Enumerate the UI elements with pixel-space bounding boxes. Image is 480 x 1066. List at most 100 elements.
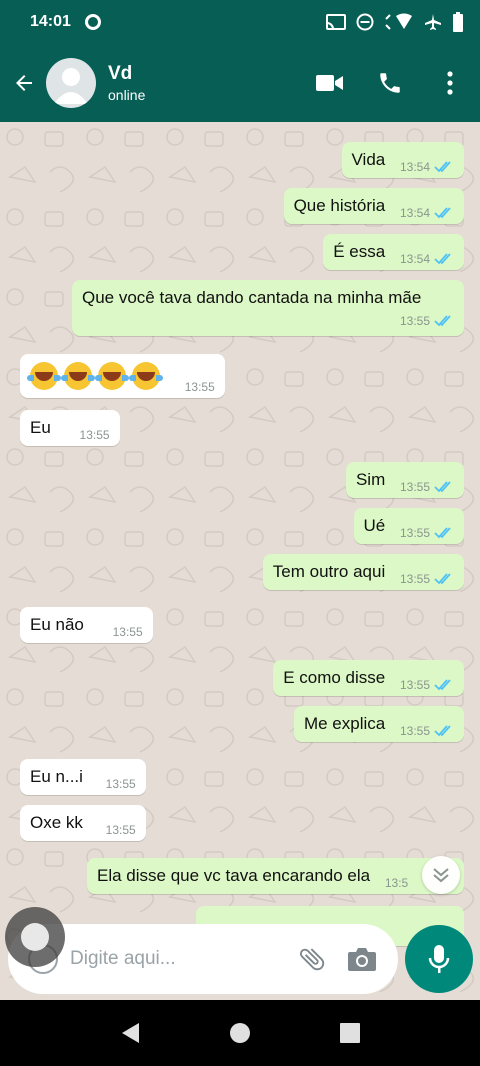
default-avatar-icon [54, 68, 88, 104]
message-text: Ela disse que vc tava encarando ela [97, 866, 371, 885]
message-text: E como disse [283, 668, 386, 687]
message-meta: 13:55 [400, 678, 454, 692]
paperclip-icon [299, 948, 325, 971]
header-actions [300, 44, 480, 122]
avatar[interactable] [46, 58, 96, 108]
message-text: Oxe kk [30, 813, 83, 832]
phone-icon [380, 73, 400, 93]
message-time: 13:55 [79, 428, 110, 442]
video-call-button[interactable] [300, 44, 360, 122]
tears-of-joy-emoji-icon [61, 362, 95, 390]
message-incoming[interactable]: Oxe kk 13:55 [20, 805, 146, 841]
message-meta: 13:54 [400, 206, 454, 220]
contact-name: Vd [108, 63, 133, 84]
message-meta: 13:5 [385, 876, 408, 890]
double-check-read-icon [434, 481, 451, 493]
back-arrow-icon [16, 75, 32, 91]
wifi-icon [385, 13, 412, 30]
message-outgoing[interactable]: Me explica 13:55 [293, 706, 464, 742]
message-text: Que história [293, 196, 386, 215]
tears-of-joy-emoji-icon [27, 362, 61, 390]
double-check-read-icon [434, 315, 451, 327]
nav-recents-icon[interactable] [339, 1022, 361, 1044]
message-text: Eu n...i [30, 767, 83, 786]
nav-home-icon[interactable] [229, 1022, 251, 1044]
status-bar: 14:01 [0, 0, 480, 44]
double-check-read-icon [434, 207, 451, 219]
double-check-read-icon [434, 253, 451, 265]
system-nav-bar [0, 1000, 480, 1066]
cast-icon [326, 14, 346, 30]
message-outgoing[interactable]: Vida 13:54 [341, 142, 464, 178]
more-options-button[interactable] [420, 44, 480, 122]
double-check-read-icon [434, 725, 451, 737]
floating-assistive-button[interactable] [5, 907, 65, 967]
tears-of-joy-emoji-icon [129, 362, 163, 390]
message-composer [8, 924, 398, 994]
double-check-read-icon [434, 161, 451, 173]
message-meta: 13:55 [400, 480, 454, 494]
double-check-read-icon [434, 527, 451, 539]
message-outgoing[interactable]: Ela disse que vc tava encarando ela 13:5 [87, 858, 464, 894]
chat-area[interactable]: Vida 13:54 Que história 13:54 É essa 13:… [0, 122, 480, 1000]
voice-message-button[interactable] [405, 925, 473, 993]
message-meta: 13:55 [106, 823, 136, 837]
emoji-row [27, 362, 163, 390]
message-time: 13:54 [399, 206, 430, 220]
battery-icon [453, 12, 463, 32]
message-incoming[interactable]: Eu 13:55 [20, 410, 120, 446]
nav-back-icon[interactable] [119, 1021, 141, 1045]
message-outgoing[interactable]: É essa 13:54 [323, 234, 464, 270]
message-outgoing[interactable]: E como disse 13:55 [273, 660, 464, 696]
message-meta: 13:54 [400, 252, 454, 266]
message-time: 13:55 [399, 314, 430, 328]
message-text: Eu não [30, 615, 84, 634]
message-input[interactable] [70, 948, 290, 970]
status-time: 14:01 [30, 13, 71, 30]
microphone-icon [428, 945, 450, 973]
message-meta: 13:55 [80, 428, 110, 442]
message-time: 13:55 [105, 777, 136, 791]
back-button[interactable] [2, 44, 46, 122]
message-text: Que você tava dando cantada na minha mãe [82, 288, 422, 307]
message-text: Vida [351, 150, 386, 169]
message-time: 13:55 [184, 380, 215, 394]
tears-of-joy-emoji-icon [95, 362, 129, 390]
airplane-mode-icon [425, 14, 441, 30]
message-text: Eu [30, 418, 51, 437]
double-check-read-icon [434, 573, 451, 585]
message-outgoing[interactable]: Que você tava dando cantada na minha mãe… [72, 280, 464, 336]
scroll-to-bottom-button[interactable] [422, 856, 460, 894]
message-meta: 13:55 [106, 777, 136, 791]
message-text: Tem outro aqui [272, 562, 386, 581]
contact-status: online [108, 87, 146, 103]
message-time: 13:55 [112, 625, 143, 639]
message-time: 13:55 [399, 678, 430, 692]
message-incoming[interactable]: Eu n...i 13:55 [20, 759, 146, 795]
message-outgoing[interactable]: Ué 13:55 [353, 508, 464, 544]
attach-button[interactable] [292, 939, 332, 979]
message-incoming[interactable]: Eu não 13:55 [20, 607, 153, 643]
message-meta: 13:54 [400, 160, 454, 174]
voice-call-button[interactable] [360, 44, 420, 122]
message-time: 13:5 [384, 876, 409, 890]
do-not-disturb-icon [356, 13, 374, 31]
message-outgoing[interactable]: Que história 13:54 [283, 188, 464, 224]
camera-button[interactable] [342, 939, 382, 979]
message-meta: 13:55 [113, 625, 143, 639]
message-meta: 13:55 [82, 314, 454, 328]
video-camera-icon [316, 75, 343, 91]
message-time: 13:54 [399, 160, 430, 174]
camera-icon [348, 948, 376, 971]
status-icons [326, 12, 464, 32]
message-outgoing[interactable]: Sim 13:55 [345, 462, 464, 498]
contact-info[interactable]: Vd online [108, 63, 145, 103]
message-meta: 13:55 [400, 572, 454, 586]
message-incoming[interactable]: 13:55 [20, 354, 225, 398]
message-outgoing[interactable]: Tem outro aqui 13:55 [262, 554, 464, 590]
kebab-menu-icon [447, 71, 453, 95]
message-time: 13:55 [399, 480, 430, 494]
message-time: 13:55 [399, 526, 430, 540]
double-chevron-down-icon [433, 868, 449, 883]
message-time: 13:55 [399, 724, 430, 738]
